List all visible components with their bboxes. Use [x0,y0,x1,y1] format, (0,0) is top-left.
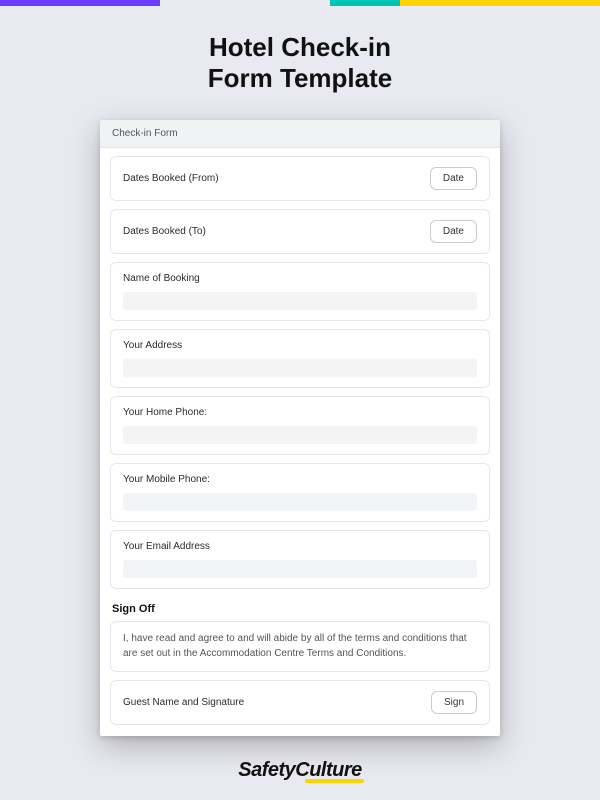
sign-button[interactable]: Sign [431,691,477,714]
field-address: Your Address [110,329,490,388]
field-label: Your Address [123,340,477,351]
section-sign-off: Sign Off [110,597,490,621]
field-email: Your Email Address [110,530,490,589]
date-button-from[interactable]: Date [430,167,477,190]
agreement-text: I, have read and agree to and will abide… [110,621,490,672]
field-label: Dates Booked (From) [123,173,219,184]
page-title-line-2: Form Template [208,63,392,93]
form-body: Dates Booked (From) Date Dates Booked (T… [100,148,500,725]
field-label: Your Mobile Phone: [123,474,477,485]
booking-name-input[interactable] [123,292,477,310]
date-button-to[interactable]: Date [430,220,477,243]
field-label: Your Home Phone: [123,407,477,418]
page-title: Hotel Check-in Form Template [0,0,600,94]
accent-seg-purple [0,0,160,6]
brand-footer: SafetyCulture [0,759,600,782]
field-home-phone: Your Home Phone: [110,396,490,455]
field-signature: Guest Name and Signature Sign [110,680,490,725]
form-sheet: Check-in Form Dates Booked (From) Date D… [100,120,500,736]
email-input[interactable] [123,560,477,578]
field-label: Name of Booking [123,273,477,284]
accent-seg-yellow [400,0,600,6]
mobile-phone-input[interactable] [123,493,477,511]
brand-logo: SafetyCulture [238,759,362,782]
field-label: Your Email Address [123,541,477,552]
field-label: Dates Booked (To) [123,226,206,237]
page-title-line-1: Hotel Check-in [209,32,391,62]
field-dates-to: Dates Booked (To) Date [110,209,490,254]
accent-seg-gap [160,0,330,6]
address-input[interactable] [123,359,477,377]
accent-top-bar [0,0,600,6]
field-mobile-phone: Your Mobile Phone: [110,463,490,522]
field-booking-name: Name of Booking [110,262,490,321]
home-phone-input[interactable] [123,426,477,444]
accent-seg-teal [330,0,400,6]
field-dates-from: Dates Booked (From) Date [110,156,490,201]
field-label: Guest Name and Signature [123,697,244,708]
form-header: Check-in Form [100,120,500,148]
